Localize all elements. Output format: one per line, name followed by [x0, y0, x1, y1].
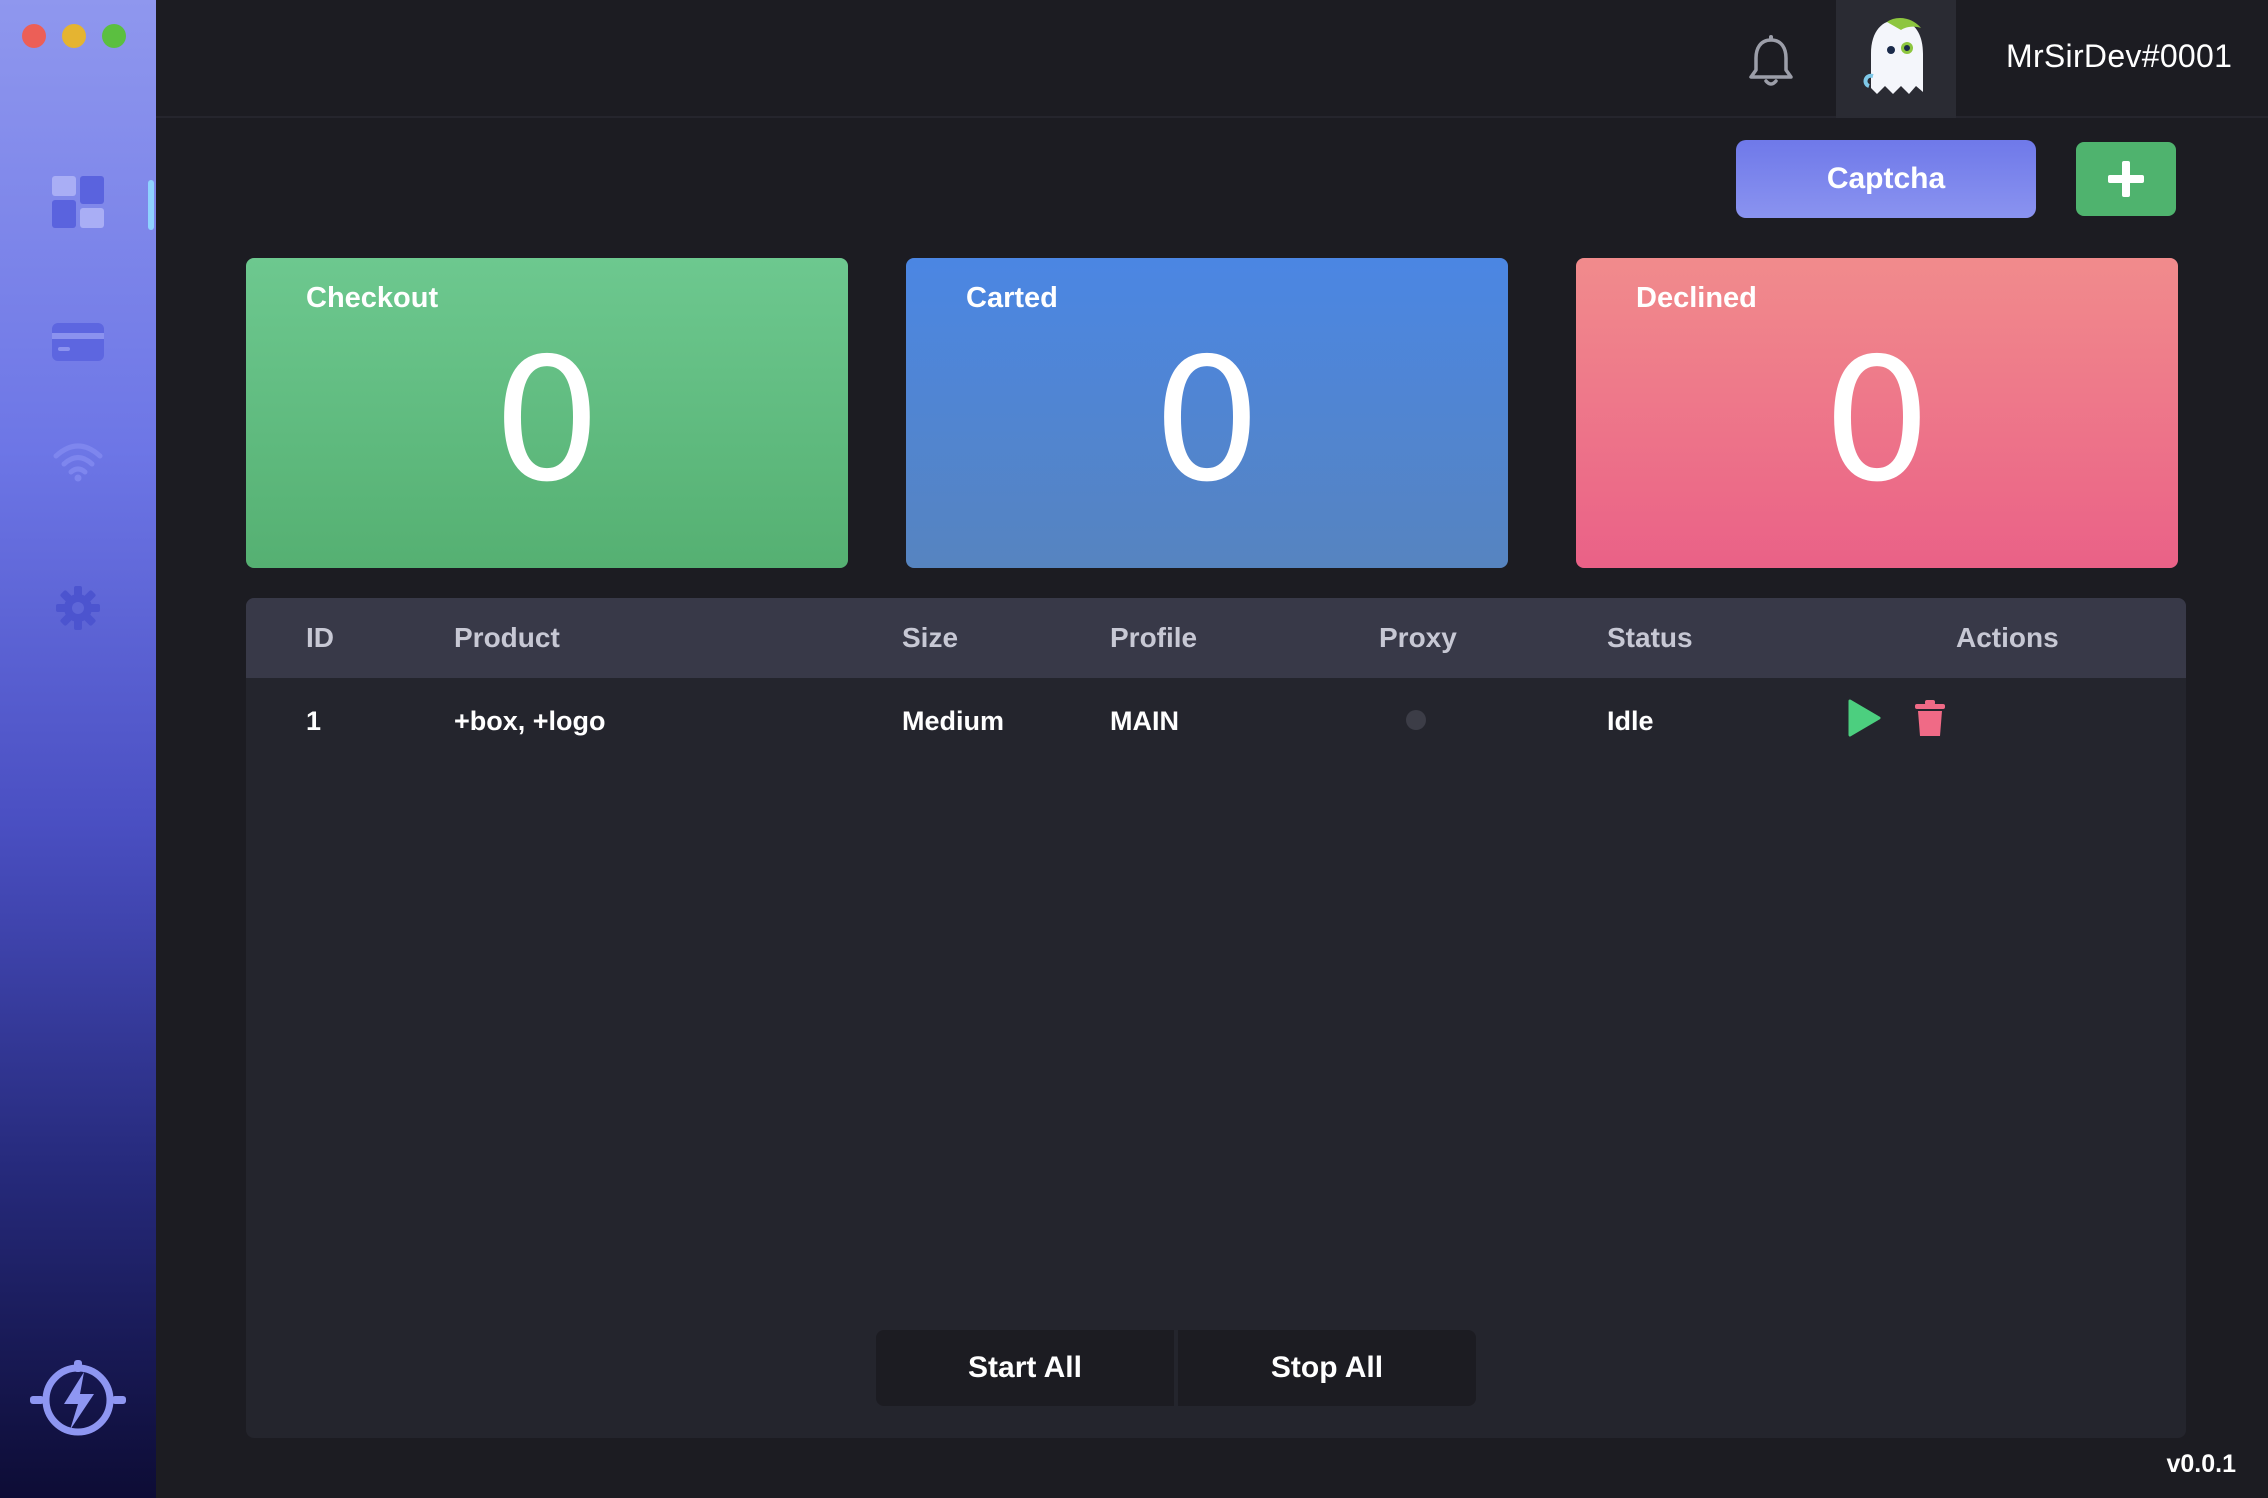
- add-task-button[interactable]: [2076, 142, 2176, 216]
- column-header-status: Status: [1607, 622, 1693, 653]
- captcha-button[interactable]: Captcha: [1736, 140, 2036, 218]
- carted-stat-card: Carted 0: [906, 258, 1508, 568]
- play-icon[interactable]: [1846, 698, 1882, 738]
- declined-stat-card: Declined 0: [1576, 258, 2178, 568]
- row-profile: MAIN: [1110, 706, 1179, 736]
- sidebar-item-billing[interactable]: [0, 302, 156, 382]
- column-header-profile: Profile: [1110, 622, 1198, 653]
- row-id: 1: [306, 706, 322, 736]
- ghost-avatar-icon: [1863, 18, 1923, 94]
- plus-icon: [2108, 161, 2144, 197]
- start-all-button[interactable]: Start All: [876, 1330, 1174, 1406]
- column-header-proxy: Proxy: [1379, 622, 1457, 653]
- active-indicator: [148, 180, 154, 230]
- wifi-icon: [53, 443, 103, 482]
- minimize-window-button[interactable]: [62, 24, 86, 48]
- username-label: MrSirDev#0001: [2006, 38, 2233, 74]
- stop-all-button[interactable]: Stop All: [1178, 1330, 1476, 1406]
- sidebar: [0, 0, 156, 1498]
- checkout-label: Checkout: [306, 282, 439, 314]
- gear-icon: [56, 586, 100, 630]
- sidebar-item-dashboard[interactable]: [0, 162, 156, 242]
- row-size: Medium: [902, 706, 1005, 736]
- carted-count: 0: [1152, 322, 1262, 520]
- close-window-button[interactable]: [22, 24, 46, 48]
- bolt-logo-icon: [30, 1360, 126, 1436]
- column-header-product: Product: [454, 622, 560, 653]
- trash-icon[interactable]: [1914, 698, 1946, 738]
- declined-count: 0: [1822, 322, 1932, 520]
- column-header-size: Size: [902, 622, 959, 653]
- bell-icon[interactable]: [1746, 34, 1796, 88]
- maximize-window-button[interactable]: [102, 24, 126, 48]
- version-label: v0.0.1: [2166, 1450, 2236, 1478]
- app-window: MrSirDev#0001 Captcha Checkout 0 Carted …: [0, 0, 2268, 1498]
- checkout-stat-card: Checkout 0: [246, 258, 848, 568]
- avatar[interactable]: [1836, 0, 1956, 118]
- column-header-id: ID: [306, 622, 334, 653]
- tasks-table: ID Product Size Profile Proxy Status Act…: [246, 598, 2186, 1438]
- top-bar: MrSirDev#0001: [156, 0, 2268, 118]
- carted-label: Carted: [966, 282, 1058, 314]
- declined-label: Declined: [1636, 282, 1757, 314]
- checkout-count: 0: [492, 322, 602, 520]
- sidebar-item-settings[interactable]: [0, 568, 156, 648]
- proxy-status-dot: [1406, 710, 1426, 730]
- row-product: +box, +logo: [454, 706, 606, 736]
- card-icon: [52, 323, 104, 361]
- table-header: ID Product Size Profile Proxy Status Act…: [246, 598, 2186, 678]
- table-row: 1 +box, +logo Medium MAIN Idle: [246, 678, 2186, 764]
- row-status: Idle: [1607, 706, 1654, 736]
- column-header-actions: Actions: [1956, 622, 2059, 653]
- sidebar-item-proxies[interactable]: [0, 422, 156, 502]
- window-controls: [22, 24, 126, 48]
- dashboard-icon: [52, 176, 104, 228]
- bulk-actions: Start All Stop All: [876, 1330, 1476, 1406]
